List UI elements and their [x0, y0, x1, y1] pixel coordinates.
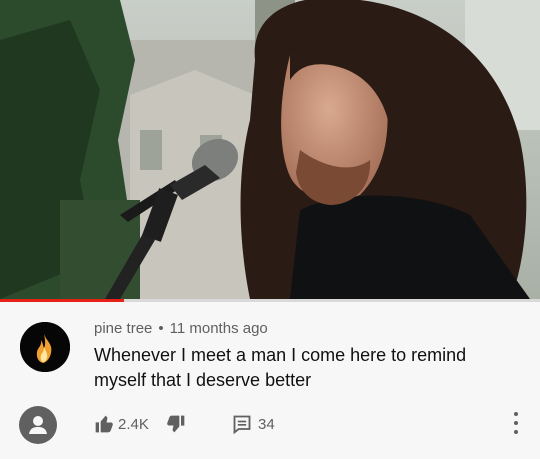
reply-count: 34	[258, 415, 275, 433]
reply-button[interactable]: 34	[232, 414, 275, 434]
comment-text: Whenever I meet a man I come here to rem…	[94, 345, 467, 390]
person-icon[interactable]	[19, 406, 57, 444]
comment-icon	[233, 415, 251, 434]
like-count: 2.4K	[118, 415, 149, 433]
thumbs-down-icon	[167, 415, 185, 433]
menu-dot	[514, 429, 518, 434]
comment-card: pine tree • 11 months ago Whenever I meet …	[0, 302, 540, 459]
more-vertical-icon[interactable]	[508, 410, 524, 436]
video-frame	[0, 0, 540, 299]
comment-meta: pine tree • 11 months ago	[94, 320, 268, 337]
thumbs-up-icon	[95, 415, 113, 433]
flame-avatar-icon[interactable]	[20, 322, 70, 372]
video-player[interactable]	[0, 0, 540, 299]
comment-time[interactable]: 11 months ago	[170, 320, 268, 337]
comment-author[interactable]: pine tree	[94, 320, 152, 337]
meta-separator: •	[158, 320, 164, 337]
like-button[interactable]: 2.4K	[94, 414, 149, 434]
menu-dot	[514, 412, 518, 417]
dislike-button[interactable]	[166, 414, 186, 434]
menu-dot	[514, 420, 518, 425]
